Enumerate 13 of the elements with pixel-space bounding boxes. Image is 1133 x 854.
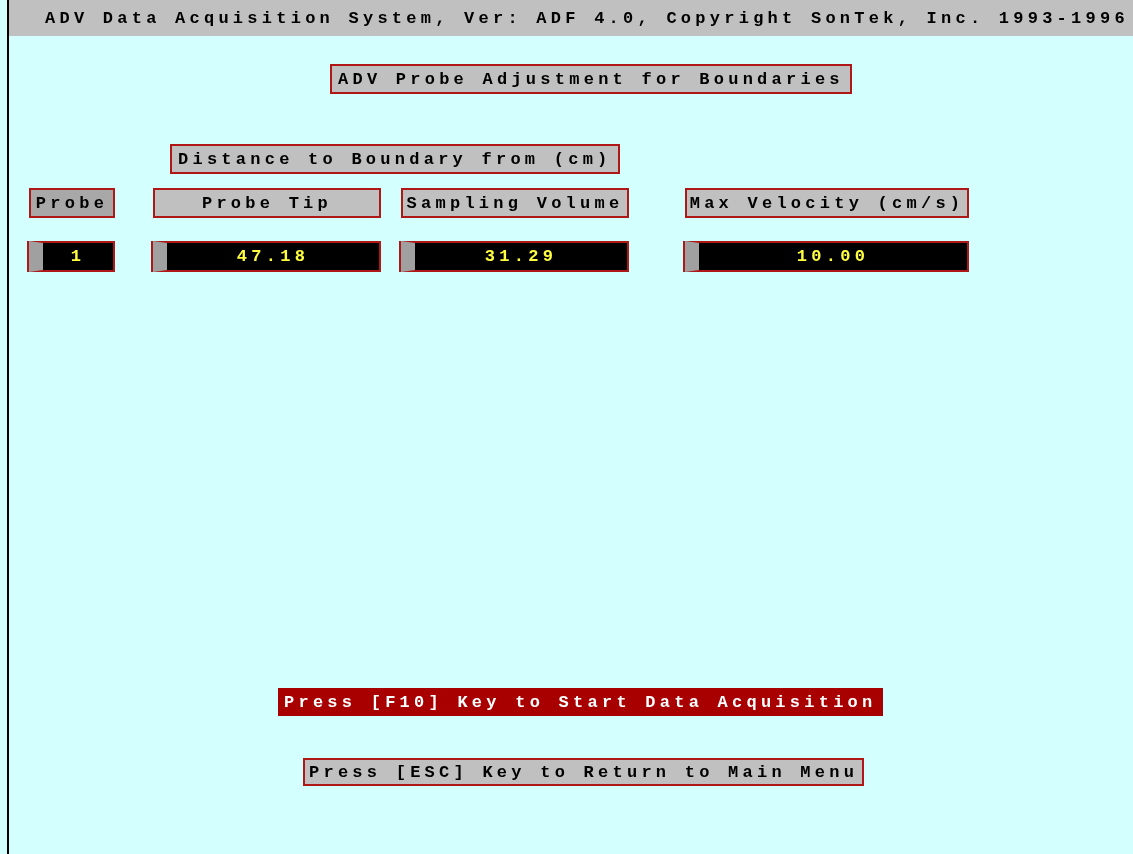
column-header: Max Velocity (cm/s) <box>685 188 969 218</box>
title-bar: ADV Data Acquisition System, Ver: ADF 4.0, Copyright SonTek, Inc. 1993-1996 <box>9 0 1133 36</box>
key-prompt: Press [F10] Key to Start Data Acquisition <box>278 688 883 716</box>
column-header: Probe <box>29 188 115 218</box>
group-label: Distance to Boundary from (cm) <box>170 144 620 174</box>
value-field[interactable]: 47.18 <box>153 241 381 272</box>
column-header: Probe Tip <box>153 188 381 218</box>
column-header: Sampling Volume <box>401 188 629 218</box>
key-prompt: Press [ESC] Key to Return to Main Menu <box>303 758 865 786</box>
value-field[interactable]: 31.29 <box>401 241 629 272</box>
screen-heading: ADV Probe Adjustment for Boundaries <box>330 64 852 94</box>
value-field[interactable]: 1 <box>29 241 115 272</box>
value-field[interactable]: 10.00 <box>685 241 969 272</box>
